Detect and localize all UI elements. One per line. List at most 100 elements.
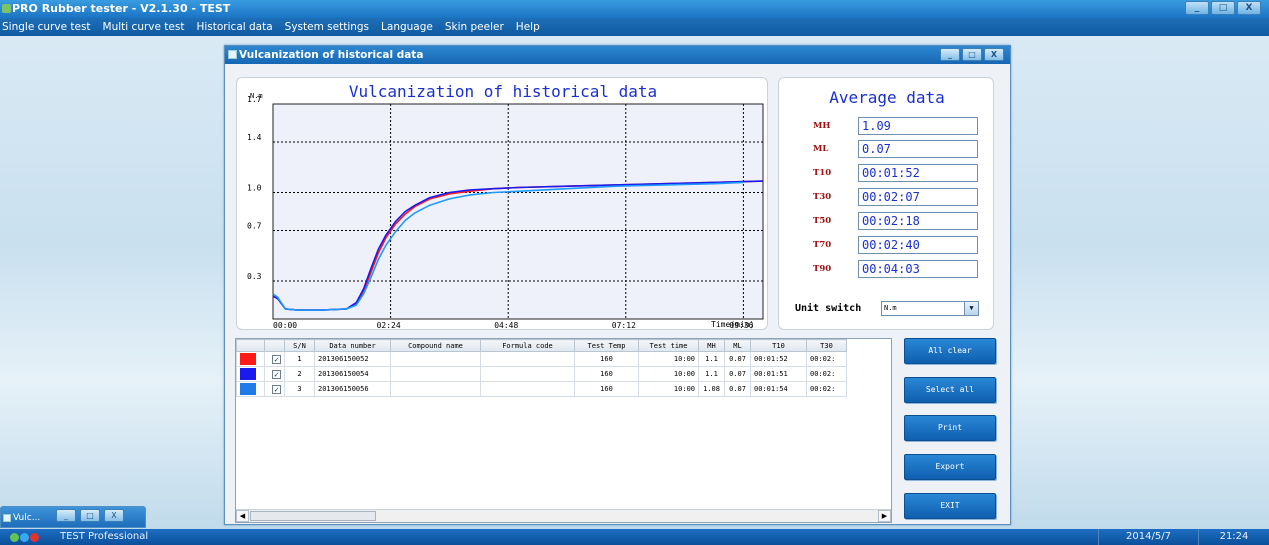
x-tick-labels: 00:00 02:24 04:48 07:12 09:36 bbox=[273, 321, 754, 330]
col-sn[interactable]: S/N bbox=[284, 339, 315, 352]
avg-value-t10[interactable]: 00:01:52 bbox=[858, 164, 978, 182]
col-test-time[interactable]: Test time bbox=[638, 339, 699, 352]
cell-t30: 00:02: bbox=[806, 351, 847, 367]
minimized-window[interactable]: Vulc... _ □ X bbox=[0, 506, 146, 528]
col-ml[interactable]: ML bbox=[724, 339, 751, 352]
plot-area bbox=[272, 103, 764, 320]
scroll-right-icon[interactable]: ▶ bbox=[878, 510, 891, 522]
cell-t30: 00:02: bbox=[806, 381, 847, 397]
cell-test-temp: 160 bbox=[574, 381, 639, 397]
x-axis-label: Time(min) bbox=[711, 320, 754, 329]
menu-skin-peeler[interactable]: Skin peeler bbox=[445, 18, 504, 36]
x-tick-label: 00:00 bbox=[273, 321, 297, 330]
cell-t10: 00:01:54 bbox=[750, 381, 807, 397]
y-tick-label: 0.3 bbox=[247, 272, 262, 281]
print-button[interactable]: Print bbox=[904, 415, 996, 441]
app-maximize-button[interactable]: □ bbox=[1211, 1, 1235, 15]
chevron-down-icon[interactable]: ▼ bbox=[964, 302, 978, 315]
child-close-button[interactable]: X bbox=[984, 48, 1004, 61]
col-formula-code[interactable]: Formula code bbox=[480, 339, 575, 352]
cell-compound-name bbox=[390, 381, 481, 397]
child-window-title: Vulcanization of historical data bbox=[239, 49, 424, 61]
menu-help[interactable]: Help bbox=[516, 18, 540, 36]
app-title: PRO Rubber tester - V2.1.30 - TEST bbox=[12, 2, 231, 15]
avg-value-t70[interactable]: 00:02:40 bbox=[858, 236, 978, 254]
col-compound-name[interactable]: Compound name bbox=[390, 339, 481, 352]
status-text: TEST Professional bbox=[60, 531, 149, 542]
chart-title: Vulcanization of historical data bbox=[348, 82, 658, 101]
cell-sn: 2 bbox=[284, 366, 315, 382]
menu-system-settings[interactable]: System settings bbox=[285, 18, 369, 36]
child-title-bar[interactable]: Vulcanization of historical data _ □ X bbox=[225, 46, 1010, 64]
avg-value-mh[interactable]: 1.09 bbox=[858, 117, 978, 135]
table-row[interactable]: ✓ 3 201306150056 160 10:00 1.08 0.07 00:… bbox=[236, 381, 847, 397]
menu-single-curve-test[interactable]: Single curve test bbox=[2, 18, 91, 36]
avg-value-ml[interactable]: 0.07 bbox=[858, 140, 978, 158]
horizontal-scrollbar[interactable]: ◀ ▶ bbox=[236, 509, 891, 522]
color-swatch bbox=[240, 368, 256, 380]
avg-label-ml: ML bbox=[813, 144, 829, 154]
export-button[interactable]: Export bbox=[904, 454, 996, 480]
avg-row-ml: ML 0.07 bbox=[779, 140, 995, 158]
avg-row-t90: T90 00:04:03 bbox=[779, 260, 995, 278]
row-check-cell: ✓ bbox=[264, 381, 285, 397]
row-checkbox[interactable]: ✓ bbox=[272, 354, 281, 364]
color-swatch bbox=[240, 383, 256, 395]
menu-bar: Single curve test Multi curve test Histo… bbox=[0, 18, 1269, 36]
cell-test-time: 10:00 bbox=[638, 381, 699, 397]
col-t10[interactable]: T10 bbox=[750, 339, 807, 352]
minimized-window-controls: _ □ X bbox=[56, 509, 124, 522]
child-window-controls: _ □ X bbox=[940, 48, 1004, 61]
status-red-icon bbox=[30, 533, 39, 542]
avg-value-t50[interactable]: 00:02:18 bbox=[858, 212, 978, 230]
x-tick-label: 04:48 bbox=[494, 321, 518, 330]
avg-value-t30[interactable]: 00:02:07 bbox=[858, 188, 978, 206]
avg-row-mh: MH 1.09 bbox=[779, 117, 995, 135]
col-mh[interactable]: MH bbox=[698, 339, 725, 352]
scroll-left-icon[interactable]: ◀ bbox=[236, 510, 249, 522]
cell-formula-code bbox=[480, 381, 575, 397]
app-close-button[interactable]: X bbox=[1237, 1, 1261, 15]
child-maximize-button[interactable]: □ bbox=[962, 48, 982, 61]
menu-multi-curve-test[interactable]: Multi curve test bbox=[103, 18, 185, 36]
cell-compound-name bbox=[390, 351, 481, 367]
row-check-cell: ✓ bbox=[264, 366, 285, 382]
unit-switch-label: Unit switch bbox=[795, 303, 862, 314]
col-test-temp[interactable]: Test Temp bbox=[574, 339, 639, 352]
row-checkbox[interactable]: ✓ bbox=[272, 384, 281, 394]
cell-formula-code bbox=[480, 351, 575, 367]
col-t30[interactable]: T30 bbox=[806, 339, 847, 352]
all-clear-button[interactable]: All clear bbox=[904, 338, 996, 364]
y-tick-label: 1.0 bbox=[247, 184, 262, 193]
app-minimize-button[interactable]: _ bbox=[1185, 1, 1209, 15]
y-tick-label: 1.4 bbox=[247, 133, 262, 142]
unit-select-value: N.m bbox=[884, 304, 897, 312]
table-row[interactable]: ✓ 2 201306150054 160 10:00 1.1 0.07 00:0… bbox=[236, 366, 847, 382]
unit-switch-select[interactable]: N.m ▼ bbox=[881, 301, 979, 316]
select-all-button[interactable]: Select all bbox=[904, 377, 996, 403]
average-data-title: Average data bbox=[829, 88, 945, 107]
menu-language[interactable]: Language bbox=[381, 18, 433, 36]
row-checkbox[interactable]: ✓ bbox=[272, 369, 281, 379]
avg-row-t10: T10 00:01:52 bbox=[779, 164, 995, 182]
cell-ml: 0.07 bbox=[724, 351, 751, 367]
exit-button[interactable]: EXIT bbox=[904, 493, 996, 519]
cell-formula-code bbox=[480, 366, 575, 382]
cell-ml: 0.07 bbox=[724, 366, 751, 382]
status-blue-icon bbox=[20, 533, 29, 542]
mini-restore-button[interactable]: _ bbox=[56, 509, 76, 522]
avg-row-t30: T30 00:02:07 bbox=[779, 188, 995, 206]
col-data-number[interactable]: Data number bbox=[314, 339, 391, 352]
child-minimize-button[interactable]: _ bbox=[940, 48, 960, 61]
window-icon bbox=[3, 514, 11, 522]
mini-maximize-button[interactable]: □ bbox=[80, 509, 100, 522]
mini-close-button[interactable]: X bbox=[104, 509, 124, 522]
scrollbar-thumb[interactable] bbox=[250, 511, 376, 521]
avg-value-t90[interactable]: 00:04:03 bbox=[858, 260, 978, 278]
app-title-bar: PRO Rubber tester - V2.1.30 - TEST _ □ X bbox=[0, 0, 1269, 18]
menu-historical-data[interactable]: Historical data bbox=[196, 18, 272, 36]
history-table: S/N Data number Compound name Formula co… bbox=[236, 339, 847, 397]
table-row[interactable]: ✓ 1 201306150052 160 10:00 1.1 0.07 00:0… bbox=[236, 351, 847, 367]
cell-test-temp: 160 bbox=[574, 351, 639, 367]
col-check bbox=[264, 339, 285, 352]
